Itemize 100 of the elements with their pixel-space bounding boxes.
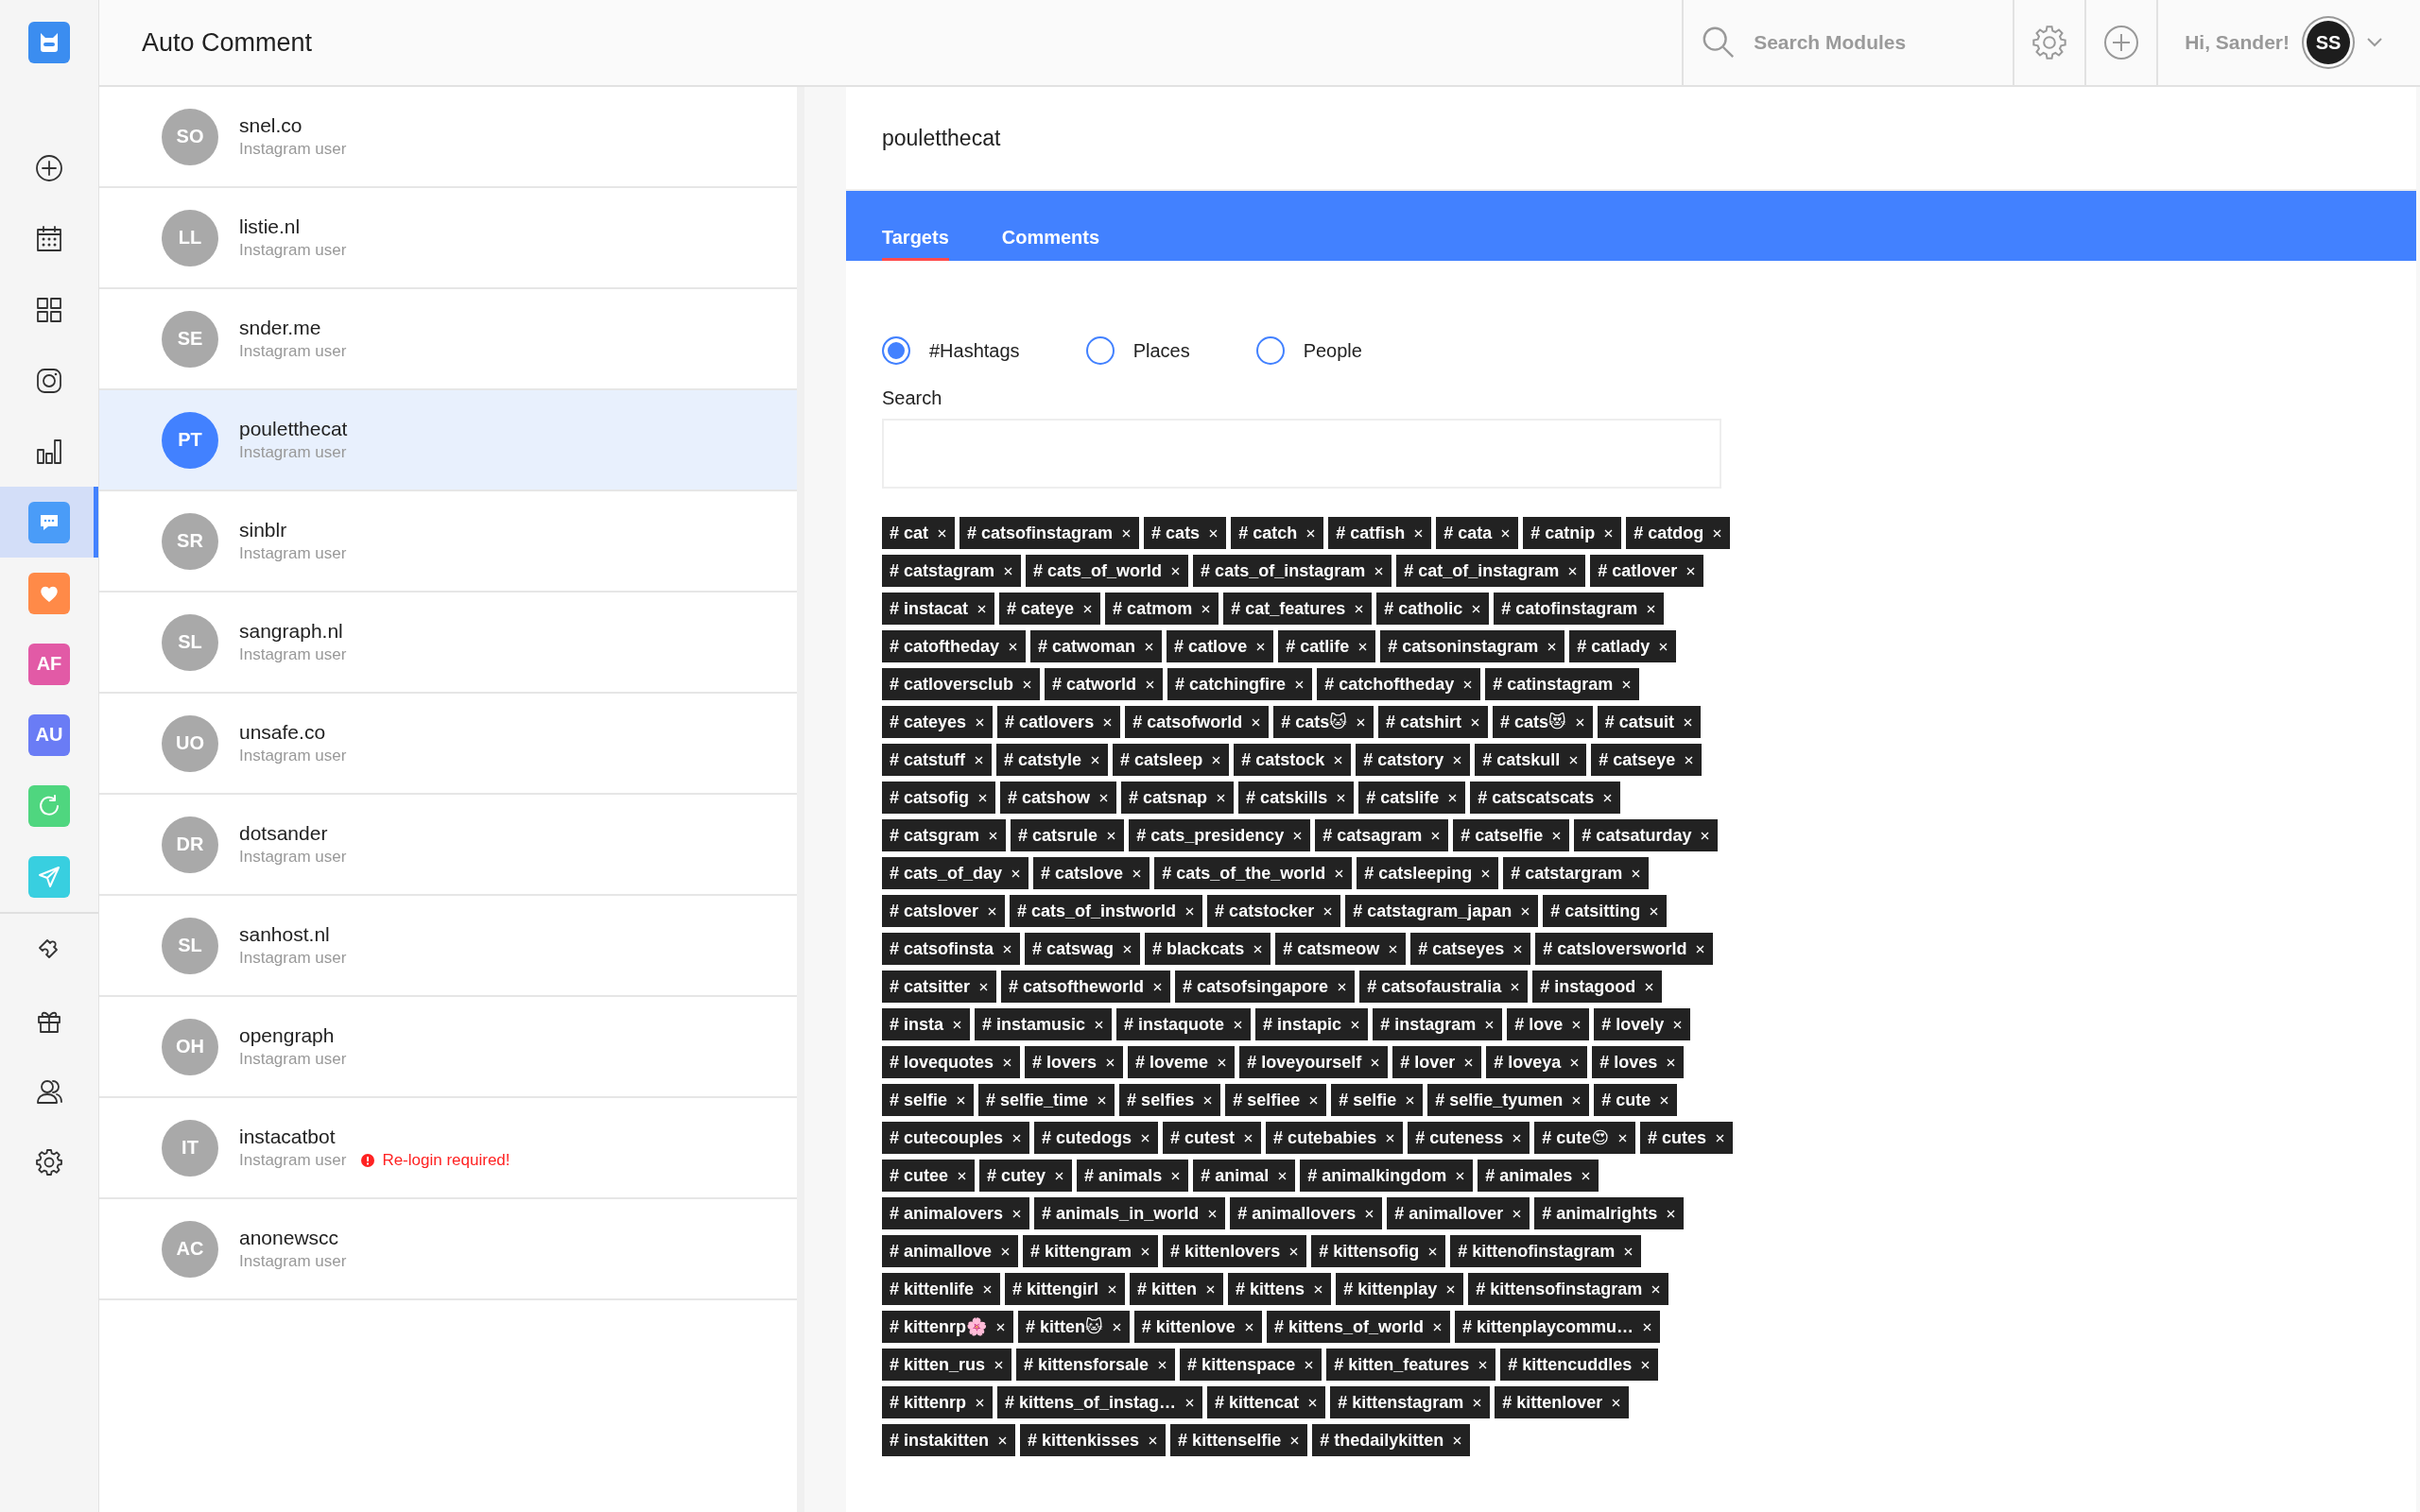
remove-icon[interactable]: [1428, 1246, 1438, 1256]
remove-icon[interactable]: [1153, 982, 1163, 991]
remove-icon[interactable]: [1203, 1095, 1213, 1105]
remove-icon[interactable]: [1252, 717, 1261, 727]
remove-icon[interactable]: [957, 1095, 966, 1105]
remove-icon[interactable]: [1185, 906, 1195, 916]
remove-icon[interactable]: [1572, 1020, 1582, 1029]
tab[interactable]: Targets: [882, 227, 949, 261]
remove-icon[interactable]: [1108, 1284, 1117, 1294]
remove-icon[interactable]: [1208, 1209, 1218, 1218]
remove-icon[interactable]: [1582, 1171, 1591, 1180]
account-row[interactable]: SL sangraph.nl Instagram user: [99, 593, 797, 694]
remove-icon[interactable]: [979, 982, 989, 991]
remove-icon[interactable]: [975, 755, 983, 765]
remove-icon[interactable]: [1141, 1133, 1150, 1143]
remove-icon[interactable]: [1217, 793, 1226, 802]
search-field[interactable]: Search Modules: [1752, 30, 1983, 55]
remove-icon[interactable]: [1098, 1095, 1107, 1105]
remove-icon[interactable]: [1338, 982, 1347, 991]
remove-icon[interactable]: [1012, 1133, 1022, 1143]
remove-icon[interactable]: [1686, 566, 1696, 576]
remove-icon[interactable]: [1696, 944, 1705, 954]
remove-icon[interactable]: [977, 604, 987, 613]
chevron-down-icon[interactable]: [2367, 38, 2382, 47]
remove-icon[interactable]: [1713, 528, 1722, 538]
remove-icon[interactable]: [1575, 717, 1584, 727]
remove-icon[interactable]: [1485, 1020, 1495, 1029]
remove-icon[interactable]: [998, 1435, 1008, 1445]
radio-label[interactable]: Places: [1132, 339, 1190, 362]
remove-icon[interactable]: [1673, 1020, 1683, 1029]
remove-icon[interactable]: [1716, 1133, 1725, 1143]
remove-icon[interactable]: [1478, 1360, 1488, 1369]
account-row[interactable]: LL listie.nl Instagram user: [99, 188, 797, 289]
remove-icon[interactable]: [1055, 1171, 1064, 1180]
remove-icon[interactable]: [1218, 1057, 1227, 1067]
remove-icon[interactable]: [1278, 1171, 1288, 1180]
remove-icon[interactable]: [1295, 679, 1305, 689]
remove-icon[interactable]: [1645, 982, 1654, 991]
remove-icon[interactable]: [1513, 944, 1523, 954]
remove-icon[interactable]: [1234, 1020, 1243, 1029]
remove-icon[interactable]: [1355, 604, 1364, 613]
remove-icon[interactable]: [1244, 1322, 1253, 1332]
remove-icon[interactable]: [1604, 528, 1614, 538]
remove-icon[interactable]: [1569, 755, 1579, 765]
remove-icon[interactable]: [1701, 831, 1710, 840]
remove-icon[interactable]: [1521, 906, 1530, 916]
account-row[interactable]: PT pouletthecat Instagram user: [99, 390, 797, 491]
remove-icon[interactable]: [1374, 566, 1384, 576]
tab[interactable]: Comments: [1001, 227, 1100, 261]
remove-icon[interactable]: [1293, 831, 1303, 840]
remove-icon[interactable]: [1201, 604, 1211, 613]
remove-icon[interactable]: [1106, 1057, 1115, 1067]
remove-icon[interactable]: [1511, 982, 1520, 991]
radio-button[interactable]: [1255, 336, 1285, 365]
remove-icon[interactable]: [1001, 1246, 1011, 1256]
remove-icon[interactable]: [1552, 831, 1562, 840]
remove-icon[interactable]: [1357, 717, 1365, 727]
remove-icon[interactable]: [1244, 1133, 1253, 1143]
remove-icon[interactable]: [1103, 717, 1113, 727]
remove-icon[interactable]: [1456, 1171, 1465, 1180]
remove-icon[interactable]: [1171, 566, 1181, 576]
remove-icon[interactable]: [1473, 1398, 1482, 1407]
remove-icon[interactable]: [1683, 717, 1692, 727]
account-row[interactable]: OH opengraph Instagram user: [99, 997, 797, 1098]
radio-button[interactable]: [1085, 336, 1115, 365]
account-row[interactable]: SL sanhost.nl Instagram user: [99, 896, 797, 997]
remove-icon[interactable]: [1146, 679, 1155, 689]
remove-icon[interactable]: [1501, 528, 1511, 538]
remove-icon[interactable]: [1446, 1284, 1456, 1294]
remove-icon[interactable]: [978, 793, 988, 802]
remove-icon[interactable]: [958, 1171, 967, 1180]
remove-icon[interactable]: [1337, 793, 1346, 802]
remove-icon[interactable]: [1512, 1209, 1522, 1218]
account-row[interactable]: AC anonewscc Instagram user: [99, 1199, 797, 1300]
sidebar-item[interactable]: AU: [0, 699, 98, 770]
remove-icon[interactable]: [938, 528, 947, 538]
account-row[interactable]: SO snel.co Instagram user: [99, 87, 797, 188]
remove-icon[interactable]: [1083, 604, 1093, 613]
remove-icon[interactable]: [1253, 944, 1263, 954]
remove-icon[interactable]: [1185, 1398, 1195, 1407]
remove-icon[interactable]: [1365, 1209, 1374, 1218]
remove-icon[interactable]: [1651, 1284, 1661, 1294]
remove-icon[interactable]: [1568, 566, 1578, 576]
app-logo[interactable]: [28, 22, 70, 63]
remove-icon[interactable]: [1448, 793, 1458, 802]
remove-icon[interactable]: [1351, 1020, 1360, 1029]
remove-icon[interactable]: [1358, 642, 1368, 651]
remove-icon[interactable]: [1107, 831, 1116, 840]
remove-icon[interactable]: [1003, 1057, 1012, 1067]
remove-icon[interactable]: [1622, 679, 1632, 689]
remove-icon[interactable]: [996, 1322, 1006, 1332]
remove-icon[interactable]: [1095, 1020, 1104, 1029]
remove-icon[interactable]: [1256, 642, 1266, 651]
remove-icon[interactable]: [1685, 755, 1694, 765]
remove-icon[interactable]: [1206, 1284, 1216, 1294]
remove-icon[interactable]: [1141, 1246, 1150, 1256]
remove-icon[interactable]: [1123, 944, 1132, 954]
remove-icon[interactable]: [1145, 642, 1154, 651]
remove-icon[interactable]: [1314, 1284, 1323, 1294]
remove-icon[interactable]: [1647, 604, 1656, 613]
